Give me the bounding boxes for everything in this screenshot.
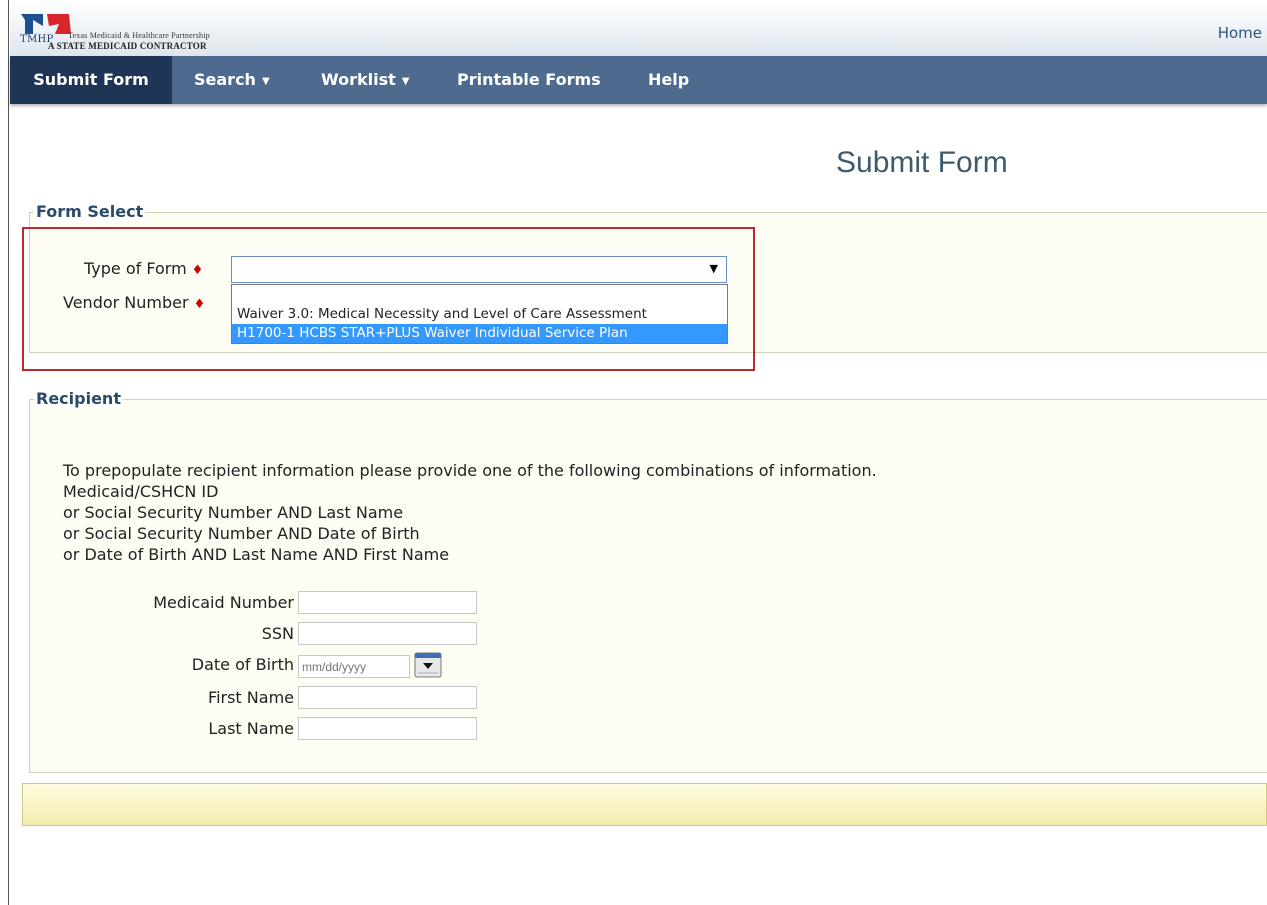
home-link[interactable]: Home xyxy=(1218,24,1262,42)
chevron-down-icon: ▼ xyxy=(401,76,410,87)
date-of-birth-label: Date of Birth xyxy=(191,655,294,674)
last-name-label: Last Name xyxy=(208,719,294,738)
recipient-legend: Recipient xyxy=(34,389,123,408)
nav-help[interactable]: Help xyxy=(648,56,689,104)
nav-printable-forms-label: Printable Forms xyxy=(457,70,601,89)
nav-search[interactable]: Search ▼ xyxy=(194,56,270,104)
calendar-icon[interactable] xyxy=(414,652,442,678)
nav-printable-forms[interactable]: Printable Forms xyxy=(457,56,601,104)
date-of-birth-input[interactable] xyxy=(298,655,410,678)
recipient-fieldset: Recipient xyxy=(29,389,1267,773)
ssn-label: SSN xyxy=(261,624,294,643)
org-name: Texas Medicaid & Healthcare Partnership xyxy=(68,31,210,40)
annotation-highlight-box xyxy=(22,227,755,371)
first-name-label: First Name xyxy=(208,688,294,707)
medicaid-number-input[interactable] xyxy=(298,591,477,614)
instruction-line: Medicaid/CSHCN ID xyxy=(63,482,219,501)
instruction-line: or Date of Birth AND Last Name AND First… xyxy=(63,545,450,564)
instruction-line: or Social Security Number AND Last Name xyxy=(63,503,404,522)
nav-submit-form[interactable]: Submit Form xyxy=(10,56,172,104)
main-nav: Submit Form Search ▼ Worklist ▼ Printable … xyxy=(10,56,1267,104)
instruction-line: or Social Security Number AND Date of Bi… xyxy=(63,524,420,543)
site-header: TMHP Texas Medicaid & Healthcare Partner… xyxy=(10,0,1267,56)
org-tagline: A STATE MEDICAID CONTRACTOR xyxy=(48,41,207,51)
nav-worklist-label: Worklist xyxy=(321,70,396,89)
ssn-input[interactable] xyxy=(298,622,477,645)
nav-search-label: Search xyxy=(194,70,256,89)
nav-submit-form-label: Submit Form xyxy=(33,70,149,89)
recipient-instructions: To prepopulate recipient information ple… xyxy=(63,460,877,565)
first-name-input[interactable] xyxy=(298,686,477,709)
page-left-border xyxy=(8,0,9,905)
instruction-line: To prepopulate recipient information ple… xyxy=(63,461,877,480)
message-bar xyxy=(22,783,1267,826)
nav-help-label: Help xyxy=(648,70,690,89)
form-select-legend: Form Select xyxy=(34,202,146,221)
last-name-input[interactable] xyxy=(298,717,477,740)
medicaid-number-label: Medicaid Number xyxy=(153,593,294,612)
page-title: Submit Form xyxy=(836,146,1008,179)
chevron-down-icon: ▼ xyxy=(261,76,270,87)
nav-worklist[interactable]: Worklist ▼ xyxy=(321,56,409,104)
